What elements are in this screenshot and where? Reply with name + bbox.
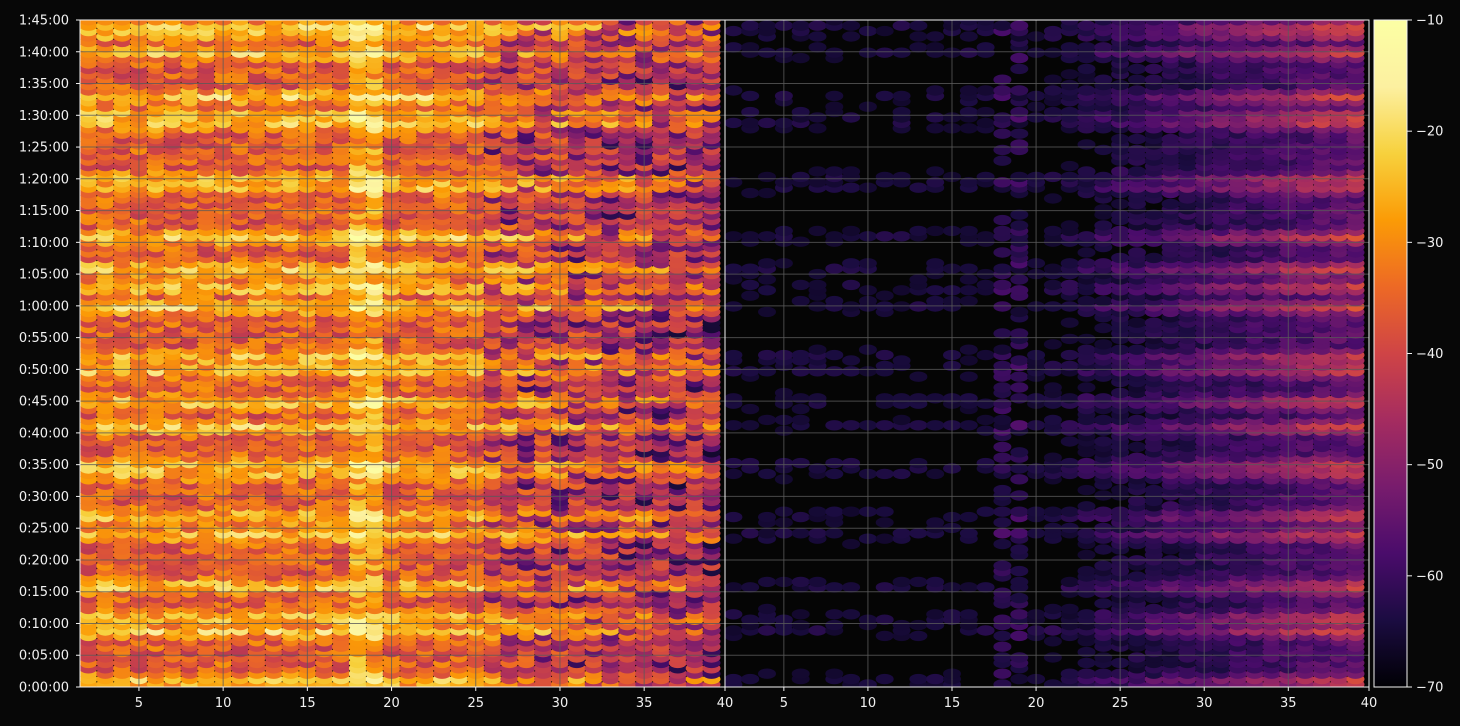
heatmap-cell-right [993, 630, 1012, 642]
heatmap-cell-right [725, 625, 743, 636]
heatmap-cell-right [1010, 630, 1029, 642]
heatmap-cell-right [825, 668, 844, 679]
heatmap-cell-right [1043, 625, 1062, 636]
heatmap-cell-right [1060, 668, 1079, 679]
heatmap-cell-right [1094, 652, 1113, 663]
heatmap-cell-right [1094, 668, 1113, 679]
heatmap-cell-right [1010, 673, 1029, 685]
heatmap-cell-right [909, 673, 928, 685]
heatmap-cell-right [791, 668, 810, 679]
heatmap-cell-right [758, 625, 776, 636]
heatmap-chart: 0:00:000:05:000:10:000:15:000:20:000:25:… [19, 14, 1444, 712]
heatmap-cell-right [791, 619, 810, 631]
heatmap-cell-right [808, 625, 827, 636]
heatmap-cell-right [758, 668, 776, 679]
heatmap-cell-right [875, 673, 894, 685]
heatmap-cell-right [926, 673, 945, 685]
heatmap-cell-right [909, 619, 928, 631]
heatmap-cell-right [993, 652, 1012, 663]
heatmap-cell-right [725, 673, 743, 685]
heatmap-cell-right [875, 630, 894, 642]
heatmap-cell-right [909, 630, 928, 642]
heatmap-cell-right [1128, 652, 1146, 663]
heatmap-cell-right [1077, 668, 1096, 679]
heatmap-cell-right [976, 625, 995, 636]
heatmap-cell-right [1077, 646, 1096, 658]
heatmap-cell-right [993, 668, 1012, 679]
heatmap-cell-right [993, 641, 1012, 652]
heatmap-cell-right [842, 673, 861, 685]
heatmap-cell-right [825, 619, 844, 631]
heatmap-cell-right [1043, 636, 1062, 647]
heatmap-cell-right [993, 679, 1012, 687]
heatmap-cell-right [1077, 657, 1096, 669]
heatmap-cell-right [1010, 652, 1029, 663]
heatmap-cell-right [1043, 652, 1062, 663]
heatmap-cell-right [1043, 679, 1062, 687]
heatmap-cell-right [741, 673, 760, 685]
heatmap-cell-right [892, 619, 911, 631]
